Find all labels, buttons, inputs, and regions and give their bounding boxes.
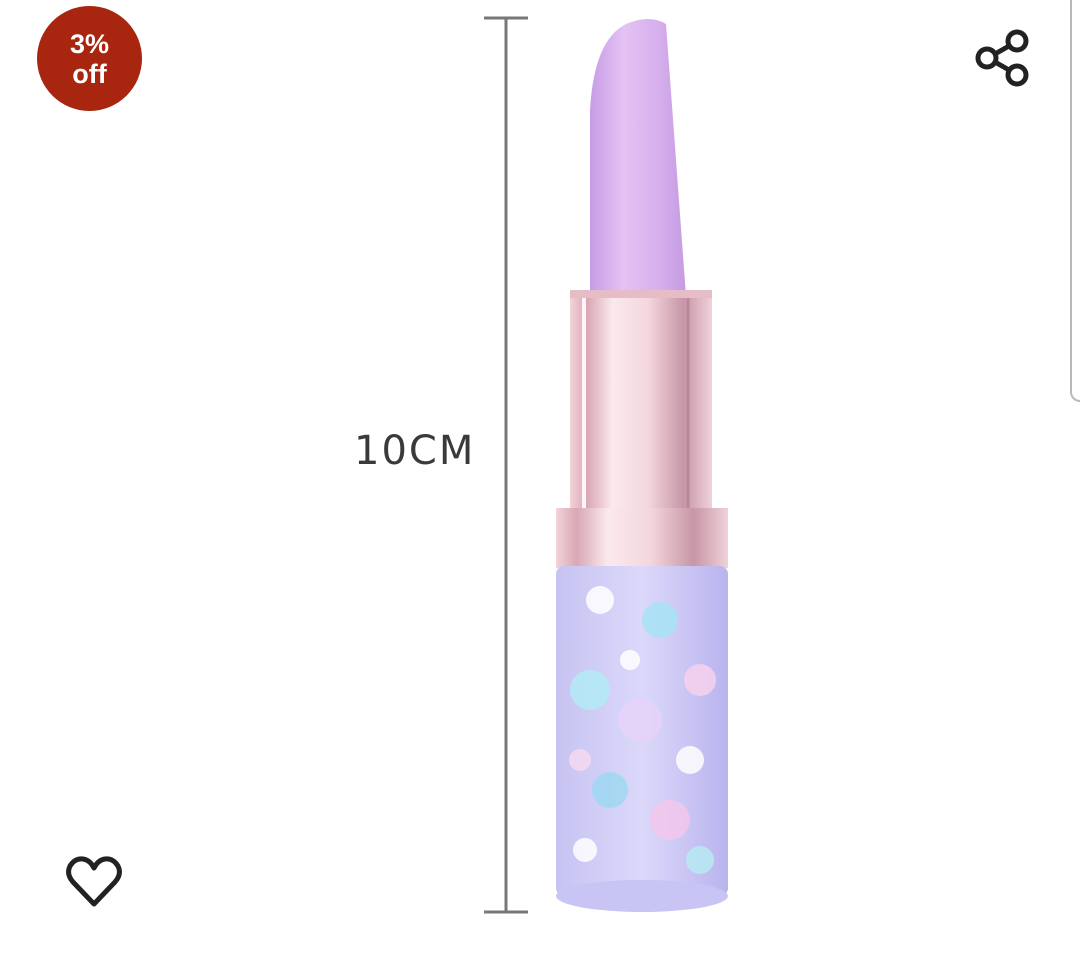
measurement-bar bbox=[484, 16, 528, 914]
wishlist-button[interactable] bbox=[58, 846, 130, 918]
discount-percent: 3% bbox=[69, 28, 110, 59]
lipstick-upper-sleeve bbox=[570, 290, 712, 510]
measurement-label: 10CM bbox=[354, 428, 476, 474]
heart-outline-icon bbox=[66, 856, 122, 907]
tube-base bbox=[556, 880, 728, 912]
product-image[interactable] bbox=[0, 0, 1080, 959]
share-icon bbox=[975, 29, 1029, 87]
sleeve-rim bbox=[570, 290, 712, 298]
scrollbar[interactable] bbox=[1070, 0, 1080, 402]
lipstick-bullet bbox=[590, 19, 686, 296]
share-button[interactable] bbox=[966, 22, 1038, 94]
discount-badge: 3% off bbox=[37, 6, 142, 111]
lipstick-collar bbox=[556, 508, 728, 568]
discount-off-label: off bbox=[72, 58, 107, 89]
